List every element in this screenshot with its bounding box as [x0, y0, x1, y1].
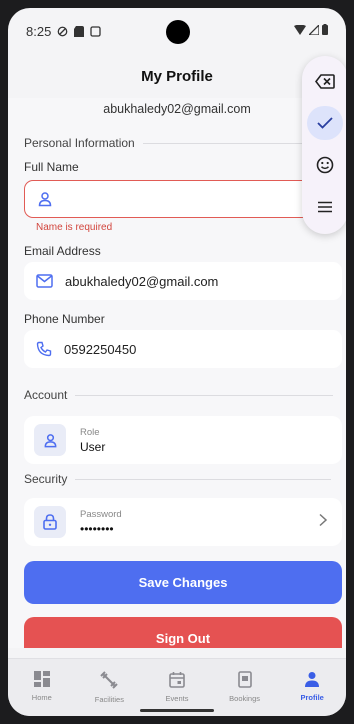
full-name-label: Full Name	[24, 160, 79, 174]
nav-facilities[interactable]: Facilities	[81, 671, 137, 704]
phone-icon	[36, 341, 52, 357]
profile-content[interactable]: abukhaledy02@gmail.com Personal Informat…	[8, 98, 346, 648]
backspace-icon	[315, 73, 335, 89]
menu-icon	[318, 201, 332, 213]
mail-icon	[36, 274, 53, 288]
phone-field[interactable]: 0592250450	[24, 330, 342, 368]
fitness-icon	[100, 671, 119, 689]
role-card: Role User	[24, 416, 342, 464]
password-icon-box	[34, 506, 66, 538]
menu-button[interactable]	[307, 190, 343, 224]
role-icon-box	[34, 424, 66, 456]
booking-icon	[237, 671, 252, 688]
password-card[interactable]: Password ••••••••	[24, 498, 342, 546]
chevron-right-icon[interactable]	[318, 513, 328, 527]
backspace-button[interactable]	[307, 64, 343, 98]
role-value: User	[80, 439, 106, 454]
nav-profile[interactable]: Profile	[284, 671, 340, 702]
email-label: Email Address	[24, 244, 101, 258]
nav-events[interactable]: Events	[149, 671, 205, 703]
nav-profile-label: Profile	[300, 693, 324, 702]
camera-cutout	[166, 20, 190, 44]
profile-email: abukhaledy02@gmail.com	[103, 102, 251, 116]
floating-keyboard-toolbar	[302, 56, 346, 234]
person-icon	[44, 433, 56, 447]
phone-value: 0592250450	[64, 341, 137, 357]
person-icon	[305, 672, 320, 687]
signal-icon	[309, 24, 319, 35]
security-section-header: Security	[24, 472, 332, 486]
emoji-icon	[316, 156, 334, 174]
sign-out-button[interactable]: Sign Out	[24, 617, 342, 648]
nav-events-label: Events	[165, 694, 189, 703]
status-bar: 8:25	[8, 8, 346, 54]
divider	[75, 394, 334, 396]
page-title: My Profile	[141, 67, 213, 85]
bottom-navigation: Home Facilities Events Bookings Profile	[8, 658, 346, 716]
nav-bookings[interactable]: Bookings	[217, 671, 273, 703]
check-button[interactable]	[307, 106, 343, 140]
dashboard-icon	[33, 671, 50, 687]
save-changes-button[interactable]: Save Changes	[24, 561, 342, 604]
security-section-title: Security	[24, 472, 68, 486]
check-icon	[317, 117, 333, 129]
password-caption: Password	[80, 508, 122, 520]
nav-bookings-label: Bookings	[229, 694, 260, 703]
screenshot-icon	[90, 25, 101, 37]
sd-card-icon	[74, 25, 85, 37]
divider	[75, 478, 332, 480]
person-icon	[38, 192, 52, 207]
email-field[interactable]: abukhaledy02@gmail.com	[24, 262, 342, 300]
emoji-button[interactable]	[307, 148, 343, 182]
account-section-header: Account	[24, 388, 334, 402]
phone-label: Phone Number	[24, 312, 105, 326]
do-not-disturb-icon	[57, 26, 68, 36]
full-name-field[interactable]	[24, 180, 342, 218]
account-section-title: Account	[24, 388, 68, 402]
email-value: abukhaledy02@gmail.com	[65, 273, 219, 289]
personal-section-title: Personal Information	[24, 136, 135, 150]
status-time: 8:25	[26, 23, 52, 39]
phone-screen: 8:25 My Profile abukhaledy02@gmail.com P…	[8, 8, 346, 716]
nav-facilities-label: Facilities	[94, 695, 124, 704]
nav-home[interactable]: Home	[14, 671, 70, 702]
app-bar: My Profile	[8, 54, 346, 98]
battery-icon	[322, 24, 328, 35]
role-caption: Role	[80, 426, 100, 438]
nav-home-label: Home	[31, 693, 52, 702]
personal-section-header: Personal Information	[24, 136, 323, 150]
divider	[142, 142, 323, 144]
home-indicator[interactable]	[140, 709, 214, 712]
calendar-icon	[169, 672, 185, 688]
full-name-input[interactable]	[65, 191, 295, 207]
wifi-icon	[294, 24, 306, 35]
lock-icon	[43, 514, 57, 530]
full-name-error: Name is required	[36, 222, 113, 233]
password-value: ••••••••	[80, 521, 114, 536]
